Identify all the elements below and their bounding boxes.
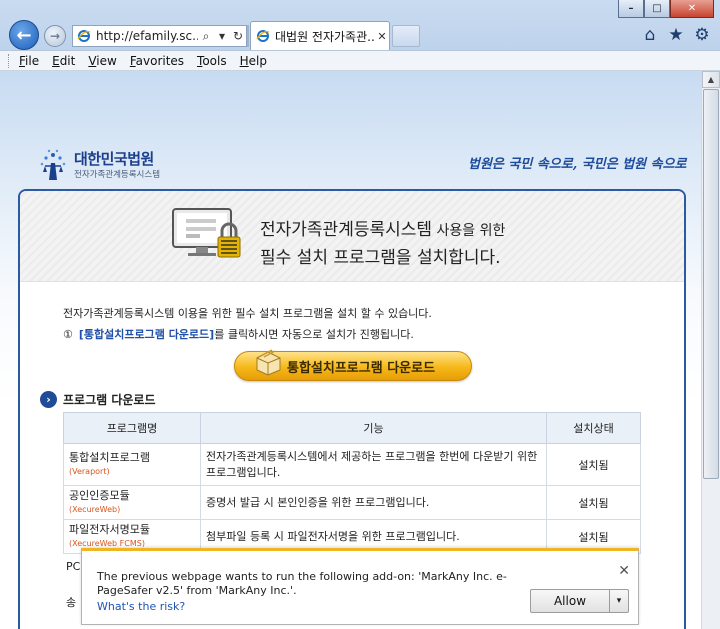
window-controls: – □ ✕ xyxy=(618,0,714,18)
vertical-scrollbar[interactable]: ▲ xyxy=(701,71,720,629)
program-table: 프로그램명 기능 설치상태 통합설치프로그램 (Veraport) 전자가족관계등… xyxy=(63,412,641,554)
forward-button[interactable]: → xyxy=(44,25,66,47)
gear-icon[interactable]: ⚙ xyxy=(692,25,712,45)
monitor-lock-icon xyxy=(172,208,241,258)
step-number: ① xyxy=(63,328,73,341)
dropdown-icon[interactable]: ▾ xyxy=(214,29,230,43)
table-row: 공인인증모듈 (XecureWeb) 증명서 발급 시 본인인증을 위한 프로그램… xyxy=(63,485,641,520)
install-status: 설치됨 xyxy=(546,443,641,486)
chevron-down-icon: ▾ xyxy=(616,596,622,606)
program-name-cell: 공인인증모듈 (XecureWeb) xyxy=(63,485,201,520)
close-button[interactable]: ✕ xyxy=(670,0,714,18)
tab-active[interactable]: 대법원 전자가족관... ✕ xyxy=(250,21,390,50)
addon-notification-bar: The previous webpage wants to run the fo… xyxy=(81,548,639,625)
package-box-icon xyxy=(256,349,281,376)
browser-window: – □ ✕ ← → http://efamily.sc... ⌕ ▾ ↻ 대법원 xyxy=(0,0,720,629)
home-icon[interactable]: ⌂ xyxy=(640,25,660,45)
court-emblem-icon xyxy=(40,149,66,180)
allow-button[interactable]: Allow xyxy=(530,589,610,613)
maximize-button[interactable]: □ xyxy=(644,0,670,18)
tab-close-icon[interactable]: ✕ xyxy=(375,30,389,43)
slogan: 법원은 국민 속으로, 국민은 법원 속으로 xyxy=(468,157,687,172)
hero-banner: 전자가족관계등록시스템 사용을 위한 필수 설치 프로그램을 설치합니다. xyxy=(20,191,684,282)
menu-view[interactable]: View xyxy=(88,54,116,68)
back-button[interactable]: ← xyxy=(9,20,39,50)
install-status: 설치됨 xyxy=(546,485,641,520)
hero-heading-line1: 전자가족관계등록시스템 사용을 위한 xyxy=(260,215,505,240)
download-integrated-installer-button[interactable]: 통합설치프로그램 다운로드 xyxy=(234,349,472,381)
ie-logo-icon xyxy=(256,30,270,42)
program-function: 전자가족관계등록시스템에서 제공하는 프로그램을 한번에 다운받기 위한 프로그… xyxy=(200,443,547,486)
address-bar[interactable]: http://efamily.sc... ⌕ ▾ ↻ xyxy=(72,25,247,47)
partial-row-label: PC xyxy=(66,560,81,573)
menu-grip xyxy=(8,53,11,68)
instruction-text: 를 클릭하시면 자동으로 설치가 진행됩니다. xyxy=(214,328,414,341)
program-name: 공인인증모듈 xyxy=(69,488,130,502)
url-text[interactable]: http://efamily.sc... xyxy=(96,29,198,43)
header-function: 기능 xyxy=(200,412,547,444)
menu-tools[interactable]: Tools xyxy=(197,54,227,68)
scroll-thumb[interactable] xyxy=(703,89,719,479)
program-module-name: (Veraport) xyxy=(69,466,110,476)
hero-heading-line2: 필수 설치 프로그램을 설치합니다. xyxy=(260,248,501,268)
menu-help[interactable]: Help xyxy=(240,54,267,68)
ie-logo-icon xyxy=(77,30,91,42)
allow-dropdown-button[interactable]: ▾ xyxy=(609,589,629,613)
table-row: 통합설치프로그램 (Veraport) 전자가족관계등록시스템에서 제공하는 프로… xyxy=(63,443,641,486)
menu-file[interactable]: File xyxy=(19,54,39,68)
minimize-button[interactable]: – xyxy=(618,0,644,18)
menu-edit[interactable]: Edit xyxy=(52,54,75,68)
chevron-right-icon: › xyxy=(40,391,57,408)
hero-system-name: 전자가족관계등록시스템 xyxy=(260,220,433,240)
download-link-text[interactable]: [통합설치프로그램 다운로드] xyxy=(79,328,214,341)
page-viewport: 대한민국법원 전자가족관계등록시스템 법원은 국민 속으로, 국민은 법원 속으… xyxy=(0,71,701,629)
court-logo[interactable]: 대한민국법원 전자가족관계등록시스템 xyxy=(36,146,186,186)
intro-instruction: ① [통합설치프로그램 다운로드]를 클릭하시면 자동으로 설치가 진행됩니다. xyxy=(63,326,414,342)
intro-text: 전자가족관계등록시스템 이용을 위한 필수 설치 프로그램을 설치 할 수 있습… xyxy=(63,307,432,320)
partial-row-label: 송 xyxy=(66,596,77,609)
logo-name: 대한민국법원 xyxy=(74,150,154,168)
browser-chrome: – □ ✕ ← → http://efamily.sc... ⌕ ▾ ↻ 대법원 xyxy=(0,0,720,71)
search-icon[interactable]: ⌕ xyxy=(198,29,214,44)
program-module-name: (XecureWeb) xyxy=(69,504,121,514)
tab-title: 대법원 전자가족관... xyxy=(275,29,375,44)
forward-arrow-icon: → xyxy=(49,29,61,43)
back-arrow-icon: ← xyxy=(16,24,32,46)
menu-favorites[interactable]: Favorites xyxy=(130,54,184,68)
whats-the-risk-link[interactable]: What's the risk? xyxy=(97,600,185,613)
favorites-star-icon[interactable]: ★ xyxy=(666,25,686,45)
toolbar-right: ⌂ ★ ⚙ xyxy=(640,25,712,45)
partial-table-rows: PC 송 xyxy=(61,556,81,626)
download-button-label: 통합설치프로그램 다운로드 xyxy=(287,360,436,376)
hero-purpose: 사용을 위한 xyxy=(432,223,506,239)
logo-subtitle: 전자가족관계등록시스템 xyxy=(74,170,161,180)
program-name: 통합설치프로그램 xyxy=(69,450,150,464)
section-title-text: 프로그램 다운로드 xyxy=(63,393,156,407)
program-name-cell: 통합설치프로그램 (Veraport) xyxy=(63,443,201,486)
table-header-row: 프로그램명 기능 설치상태 xyxy=(63,412,641,444)
header-program-name: 프로그램명 xyxy=(63,412,201,444)
refresh-icon[interactable]: ↻ xyxy=(230,29,246,43)
notification-message: The previous webpage wants to run the fo… xyxy=(97,570,507,597)
menu-bar: File Edit View Favorites Tools Help xyxy=(0,50,720,71)
new-tab-button[interactable] xyxy=(392,25,420,47)
scroll-up-arrow-icon[interactable]: ▲ xyxy=(702,71,720,88)
section-program-download: › 프로그램 다운로드 xyxy=(40,391,156,408)
program-function: 증명서 발급 시 본인인증을 위한 프로그램입니다. xyxy=(200,485,547,520)
header-install-status: 설치상태 xyxy=(546,412,641,444)
tab-separator xyxy=(247,25,249,47)
program-name: 파일전자서명모듈 xyxy=(69,522,150,536)
notification-close-icon[interactable]: ✕ xyxy=(618,563,630,579)
